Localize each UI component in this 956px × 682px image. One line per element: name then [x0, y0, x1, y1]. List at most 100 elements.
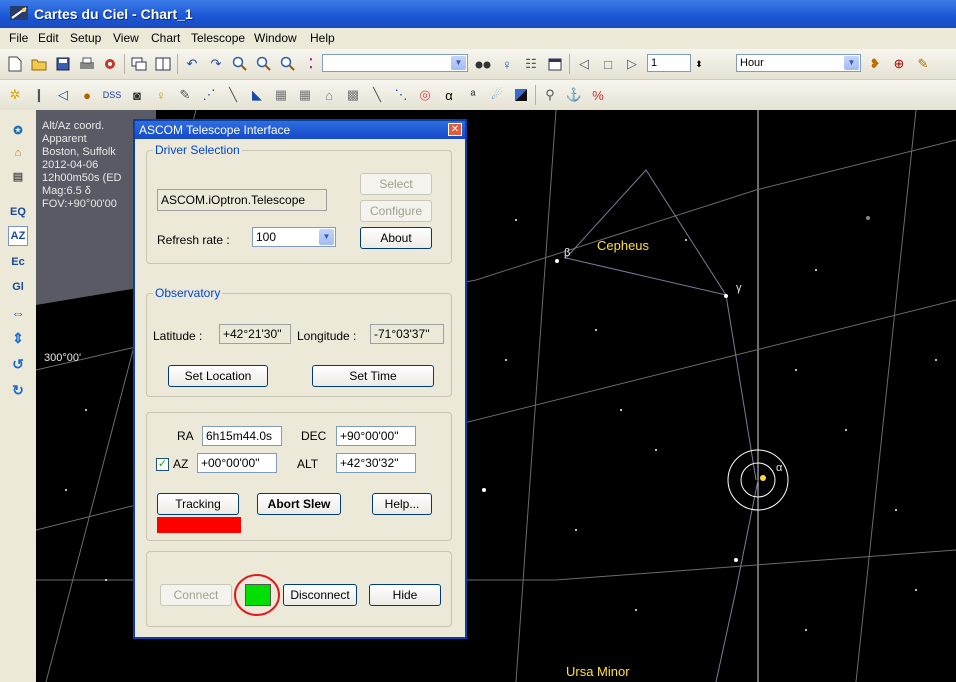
refresh-rate-select[interactable]: 100 ▼: [252, 227, 336, 247]
target-icon[interactable]: ⊕: [888, 53, 910, 75]
search-combo[interactable]: ▼: [322, 54, 468, 72]
set-location-button[interactable]: Set Location: [168, 365, 268, 387]
az-field[interactable]: +00°00'00'': [197, 453, 277, 473]
abort-slew-button[interactable]: Abort Slew: [257, 493, 341, 515]
dec-field[interactable]: +90°00'00'': [336, 426, 416, 446]
binoculars-icon[interactable]: [472, 53, 494, 75]
dialog-title: ASCOM Telescope Interface: [135, 121, 465, 139]
star-label-gamma: γ: [736, 282, 742, 294]
rotate-left-icon[interactable]: ↺: [8, 354, 28, 374]
star: [620, 409, 622, 411]
star-names-icon[interactable]: ª: [462, 84, 484, 106]
menu-telescope[interactable]: Telescope: [191, 31, 245, 45]
ra-field[interactable]: 6h15m44.0s: [202, 426, 282, 446]
chevron-down-icon[interactable]: ▼: [319, 229, 334, 245]
menu-setup[interactable]: Setup: [70, 31, 101, 45]
configure-button[interactable]: Configure: [360, 200, 432, 222]
help-button[interactable]: Help...: [372, 493, 432, 515]
ec-button[interactable]: Ec: [8, 252, 28, 272]
window-tile-icon[interactable]: [152, 53, 174, 75]
constellation-lines-icon[interactable]: ⋰: [198, 84, 220, 106]
grid-icon[interactable]: ▦: [270, 84, 292, 106]
chevron-down-icon[interactable]: ▼: [451, 56, 466, 70]
menu-window[interactable]: Window: [254, 31, 297, 45]
eq-grid-icon[interactable]: ▦: [294, 84, 316, 106]
chevron-down-icon[interactable]: ▼: [844, 56, 859, 70]
time-step-input[interactable]: 1: [647, 54, 691, 72]
step-spinner-icon[interactable]: ⬍: [692, 53, 706, 75]
driver-name-field: ASCOM.iOptron.Telescope: [157, 189, 327, 211]
marker-icon[interactable]: ⁚: [300, 53, 322, 75]
menu-help[interactable]: Help: [310, 31, 335, 45]
star: [685, 239, 687, 241]
time-forward-icon[interactable]: ▷: [621, 53, 643, 75]
planet-icon[interactable]: ❥: [864, 53, 886, 75]
save-icon[interactable]: [52, 53, 74, 75]
menu-edit[interactable]: Edit: [38, 31, 59, 45]
circle-target-icon[interactable]: ◎: [414, 84, 436, 106]
star-gamma: [724, 294, 728, 298]
link-icon[interactable]: ⚲: [539, 84, 561, 106]
flip-vertical-icon[interactable]: ⇕: [8, 328, 28, 348]
asteroid-icon[interactable]: ●: [76, 84, 98, 106]
hide-button[interactable]: Hide: [369, 584, 441, 606]
config-icon[interactable]: [99, 53, 121, 75]
calendar-icon[interactable]: [544, 53, 566, 75]
zoom-out-icon[interactable]: [253, 53, 275, 75]
tracking-button[interactable]: Tracking: [157, 493, 239, 515]
undo-icon[interactable]: ↶: [181, 53, 203, 75]
gl-button[interactable]: Gl: [8, 277, 28, 297]
alt-field[interactable]: +42°30'32'': [336, 453, 416, 473]
anchor-icon[interactable]: ⚓: [563, 84, 585, 106]
az-button[interactable]: AZ: [8, 226, 28, 246]
animate-icon[interactable]: ✎: [912, 53, 934, 75]
boundary-icon[interactable]: ╲: [222, 84, 244, 106]
zoom-in-icon[interactable]: [229, 53, 251, 75]
window-cascade-icon[interactable]: [128, 53, 150, 75]
home-icon[interactable]: ⌂: [8, 143, 28, 163]
compass-icon[interactable]: ✪: [8, 120, 28, 140]
alpha-labels-button[interactable]: α: [438, 84, 460, 106]
horizon-icon[interactable]: ⌂: [318, 84, 340, 106]
list-icon[interactable]: ☷: [520, 53, 542, 75]
milky-way-icon[interactable]: ◣: [246, 84, 268, 106]
time-now-icon[interactable]: □: [597, 53, 619, 75]
camera-icon[interactable]: ◙: [126, 84, 148, 106]
open-folder-icon[interactable]: [28, 53, 50, 75]
redo-icon[interactable]: ↷: [205, 53, 227, 75]
zoom-field-icon[interactable]: [277, 53, 299, 75]
connect-button[interactable]: Connect: [160, 584, 232, 606]
observer-icon[interactable]: ♀: [496, 53, 518, 75]
menu-view[interactable]: View: [113, 31, 139, 45]
stars-icon[interactable]: ✲: [4, 84, 26, 106]
menu-chart[interactable]: Chart: [151, 31, 180, 45]
set-time-button[interactable]: Set Time: [312, 365, 434, 387]
disconnect-button[interactable]: Disconnect: [283, 584, 357, 606]
percent-icon[interactable]: %: [587, 84, 609, 106]
info-time: 12h00m50s (ED: [42, 172, 122, 184]
dss-button[interactable]: DSS: [98, 84, 126, 106]
star: [85, 409, 87, 411]
ecliptic-icon[interactable]: ▩: [342, 84, 364, 106]
rotate-right-icon[interactable]: ↻: [8, 380, 28, 400]
time-unit-select[interactable]: Hour ▼: [736, 54, 861, 72]
eq-button[interactable]: EQ: [8, 202, 28, 222]
galactic-icon[interactable]: ╲: [366, 84, 388, 106]
az-checkbox[interactable]: ✓: [156, 458, 169, 471]
bulb-icon[interactable]: ♀: [150, 84, 172, 106]
new-chart-icon[interactable]: [4, 53, 26, 75]
about-button[interactable]: About: [360, 227, 432, 249]
pointer-icon[interactable]: ✎: [174, 84, 196, 106]
night-vision-icon[interactable]: [510, 84, 532, 106]
select-button[interactable]: Select: [360, 173, 432, 195]
print-icon[interactable]: [76, 53, 98, 75]
flip-horizontal-icon[interactable]: ⇔: [8, 303, 28, 323]
properties-icon[interactable]: ▤: [8, 166, 28, 186]
close-icon[interactable]: ✕: [448, 123, 462, 136]
time-back-icon[interactable]: ◁: [573, 53, 595, 75]
nebula-icon[interactable]: ◁: [52, 84, 74, 106]
menu-file[interactable]: File: [9, 31, 28, 45]
labels-icon[interactable]: ⋱: [390, 84, 412, 106]
comet-icon[interactable]: ❙: [28, 84, 50, 106]
satellite-icon[interactable]: ☄: [486, 84, 508, 106]
